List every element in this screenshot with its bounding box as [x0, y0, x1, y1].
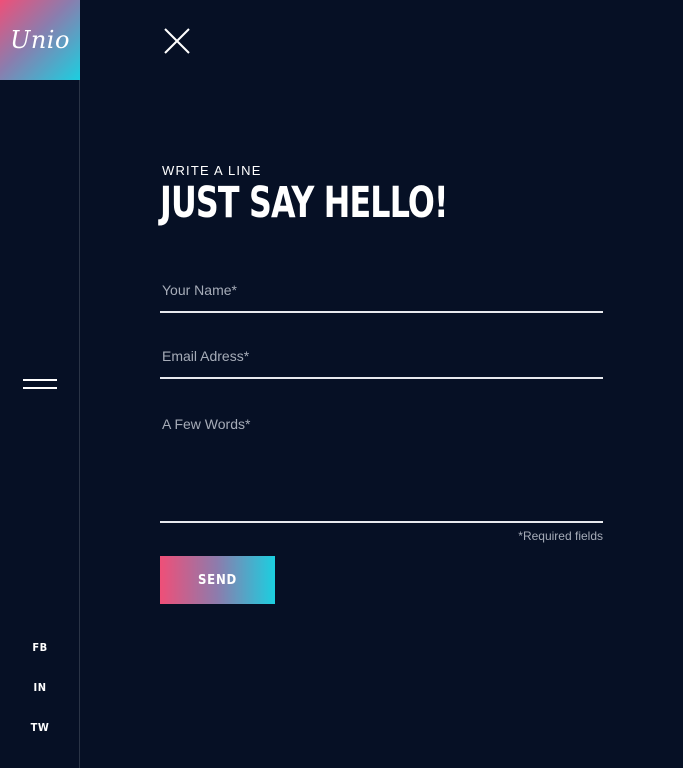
logo-text: Unio [10, 26, 70, 54]
name-placeholder: Your Name* [162, 282, 237, 298]
name-field[interactable]: Your Name* [160, 272, 603, 313]
social-link-twitter[interactable]: TW [0, 721, 80, 734]
social-link-facebook[interactable]: FB [0, 641, 80, 654]
logo[interactable]: Unio [0, 0, 80, 80]
send-button-label: SEND [197, 572, 238, 588]
message-field[interactable]: A Few Words* [160, 405, 603, 523]
close-icon [164, 28, 190, 54]
required-note: *Required fields [518, 529, 603, 543]
hamburger-menu-icon[interactable] [23, 377, 57, 391]
social-link-instagram[interactable]: IN [0, 681, 80, 694]
section-eyebrow: WRITE A LINE [162, 163, 262, 178]
email-field[interactable]: Email Adress* [160, 338, 603, 379]
page-title: JUST SAY HELLO! [160, 178, 448, 228]
menu-line [23, 387, 57, 389]
close-button[interactable] [163, 28, 191, 54]
send-button[interactable]: SEND [160, 556, 275, 604]
menu-line [23, 379, 57, 381]
sidebar: Unio FB IN TW [0, 0, 80, 768]
email-placeholder: Email Adress* [162, 348, 250, 364]
message-placeholder: A Few Words* [162, 416, 251, 432]
